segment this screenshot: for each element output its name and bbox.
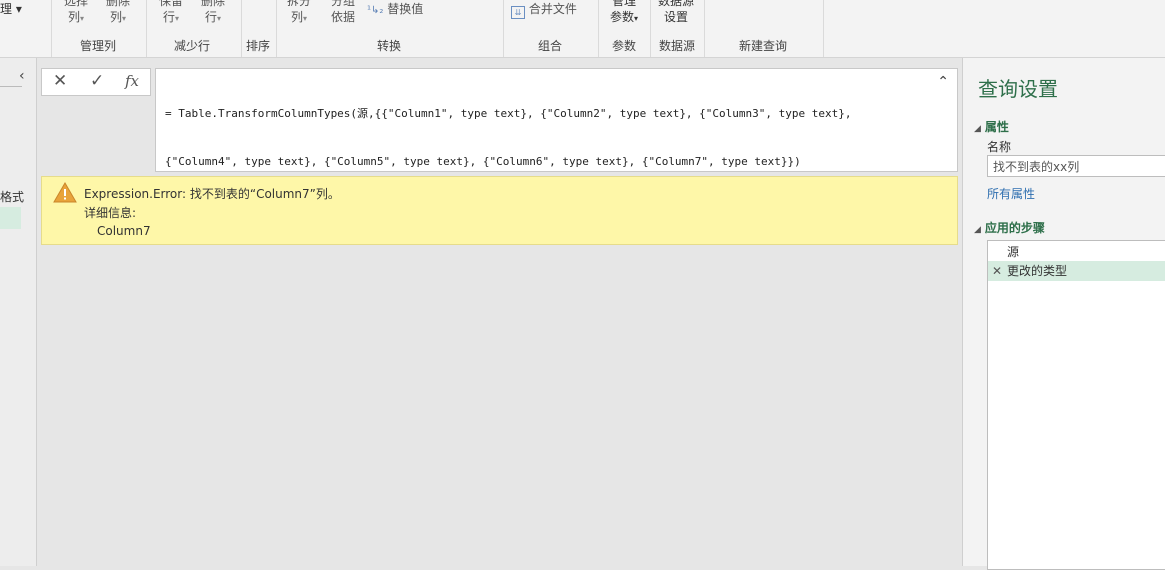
query-list-selected-item[interactable] — [0, 207, 21, 229]
ribbon-separator — [823, 0, 824, 57]
properties-section-header[interactable]: ◢ 属性 — [974, 118, 1009, 135]
ribbon: 理 ▾ 选择 列▾ 删除 列▾ 管理列 保留 行▾ 删除 行▾ 减少行 排序 拆… — [0, 0, 1165, 58]
error-detail-value: Column7 — [97, 224, 151, 238]
error-details-label: 详细信息: — [84, 206, 137, 220]
step-label: 更改的类型 — [1007, 264, 1068, 278]
divider — [0, 86, 22, 87]
delete-step-icon[interactable]: ✕ — [992, 261, 1002, 281]
replace-values-button[interactable]: ¹↳₂ 替换值 — [367, 1, 423, 19]
merge-files-icon: ⇊ — [511, 6, 525, 19]
fx-icon[interactable]: fx — [125, 72, 139, 90]
merge-files-button[interactable]: ⇊ 合并文件 — [511, 1, 577, 19]
split-column-button[interactable]: 拆分 列▾ — [284, 0, 314, 27]
group-label-new-query: 新建查询 — [738, 39, 787, 53]
all-properties-link[interactable]: 所有属性 — [987, 185, 1035, 202]
group-label-sort: 排序 — [245, 39, 270, 53]
replace-values-icon: ¹↳₂ — [367, 5, 384, 16]
ribbon-separator — [598, 0, 599, 57]
ribbon-separator — [650, 0, 651, 57]
ribbon-separator — [276, 0, 277, 57]
queries-pane-collapsed — [0, 58, 37, 566]
group-label-parameters: 参数 — [611, 39, 636, 53]
query-name-input[interactable] — [987, 155, 1165, 177]
name-label: 名称 — [987, 140, 1012, 154]
ribbon-separator — [51, 0, 52, 57]
remove-rows-button[interactable]: 删除 行▾ — [198, 0, 228, 27]
group-label-reduce-rows: 减少行 — [173, 39, 210, 53]
data-source-settings-button[interactable]: 数据源 设置 — [656, 0, 696, 25]
partial-menu-button[interactable]: 理 ▾ — [0, 1, 22, 17]
ribbon-separator — [503, 0, 504, 57]
formula-editor[interactable]: = Table.TransformColumnTypes(源,{{"Column… — [155, 68, 958, 172]
ribbon-separator — [704, 0, 705, 57]
ribbon-separator — [241, 0, 242, 57]
check-icon[interactable]: ✓ — [90, 71, 104, 91]
warning-icon — [53, 182, 77, 203]
query-settings-pane: 查询设置 ◢属性 名称 所有属性 ◢应用的步骤 源 ✕ 更改的类型 — [962, 58, 1165, 570]
collapse-triangle-icon: ◢ — [974, 225, 981, 235]
formula-buttons: ✕ ✓ fx — [41, 68, 151, 96]
choose-columns-button[interactable]: 选择 列▾ — [61, 0, 91, 27]
manage-parameters-button[interactable]: 管理 参数▾ — [605, 0, 643, 27]
cancel-icon[interactable]: ✕ — [53, 71, 67, 91]
keep-rows-button[interactable]: 保留 行▾ — [156, 0, 186, 27]
pane-title: 查询设置 — [978, 77, 1058, 101]
group-by-button[interactable]: 分组 依据 — [327, 0, 359, 25]
remove-columns-button[interactable]: 删除 列▾ — [103, 0, 133, 27]
error-message: Expression.Error: 找不到表的“Column7”列。 — [84, 187, 340, 201]
step-changed-type[interactable]: ✕ 更改的类型 — [988, 261, 1165, 281]
chevron-left-icon[interactable]: ‹ — [19, 68, 25, 84]
applied-steps-list: 源 ✕ 更改的类型 — [987, 240, 1165, 570]
step-source[interactable]: 源 — [988, 242, 1165, 262]
group-label-transform: 转换 — [376, 39, 401, 53]
ribbon-separator — [146, 0, 147, 57]
chevron-up-icon[interactable]: ⌃ — [937, 74, 949, 90]
collapse-triangle-icon: ◢ — [974, 124, 981, 134]
step-label: 源 — [1007, 245, 1020, 259]
applied-steps-section-header[interactable]: ◢ 应用的步骤 — [974, 219, 1045, 236]
group-label-data-sources: 数据源 — [658, 39, 695, 53]
query-list-partial-item[interactable]: 格式 — [0, 188, 24, 205]
group-label-manage-columns: 管理列 — [79, 39, 116, 53]
group-label-combine: 组合 — [537, 39, 562, 53]
error-banner: Expression.Error: 找不到表的“Column7”列。 详细信息:… — [41, 176, 958, 245]
